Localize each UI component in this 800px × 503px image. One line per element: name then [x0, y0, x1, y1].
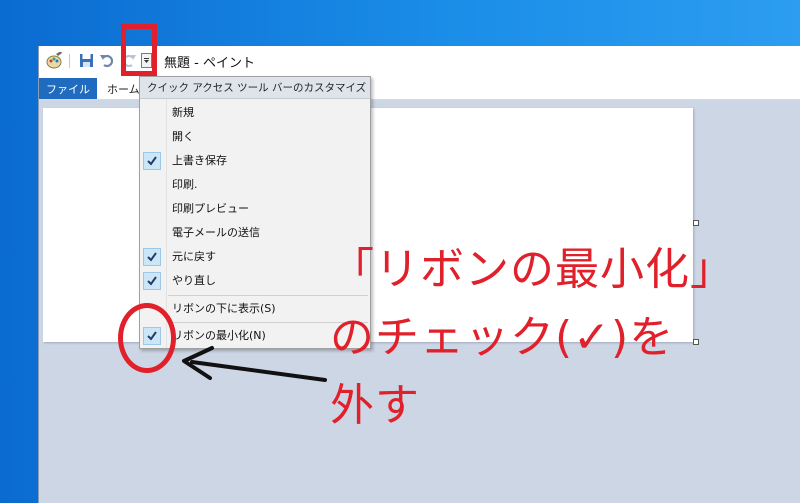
highlight-circle: [118, 303, 176, 373]
menu-item-label: 元に戻す: [172, 250, 216, 263]
menu-item-open[interactable]: 開く: [140, 125, 370, 149]
annotation-line-3: 外す: [330, 380, 420, 431]
highlight-box: [121, 24, 157, 76]
menu-item-label: やり直し: [172, 274, 216, 287]
menu-item-label: 開く: [172, 130, 194, 143]
annotation-text: 「リボンの最小化」 のチェック(✓)を 外す: [330, 236, 790, 440]
menu-item-label: 電子メールの送信: [172, 226, 260, 239]
window-title: 無題 - ペイント: [164, 56, 255, 71]
tab-home[interactable]: ホーム: [107, 81, 140, 97]
annotation-arrow: [182, 346, 327, 382]
checkmark-icon: [143, 272, 161, 290]
menu-item-print[interactable]: 印刷.: [140, 173, 370, 197]
menu-item-label: 印刷.: [172, 178, 198, 191]
menu-item-label: 上書き保存: [172, 154, 227, 167]
annotation-line-2: のチェック(✓)を: [330, 312, 675, 363]
menu-item-print-preview[interactable]: 印刷プレビュー: [140, 197, 370, 221]
undo-icon[interactable]: [99, 52, 115, 68]
checkmark-icon: [143, 248, 161, 266]
checkmark-icon: [143, 152, 161, 170]
paint-app-icon[interactable]: [45, 51, 63, 70]
annotation-line-1: 「リボンの最小化」: [330, 244, 735, 295]
menu-item-new[interactable]: 新規: [140, 101, 370, 125]
menu-item-label: リボンの下に表示(S): [172, 302, 276, 315]
menu-item-label: 印刷プレビュー: [172, 202, 249, 215]
menu-header: クイック アクセス ツール バーのカスタマイズ: [140, 77, 370, 99]
resize-handle-right[interactable]: [693, 220, 699, 226]
tab-file[interactable]: ファイル: [39, 78, 97, 99]
save-icon[interactable]: [79, 53, 94, 68]
menu-item-save[interactable]: 上書き保存: [140, 149, 370, 173]
menu-item-label: 新規: [172, 106, 194, 119]
qat-separator: [69, 54, 70, 68]
